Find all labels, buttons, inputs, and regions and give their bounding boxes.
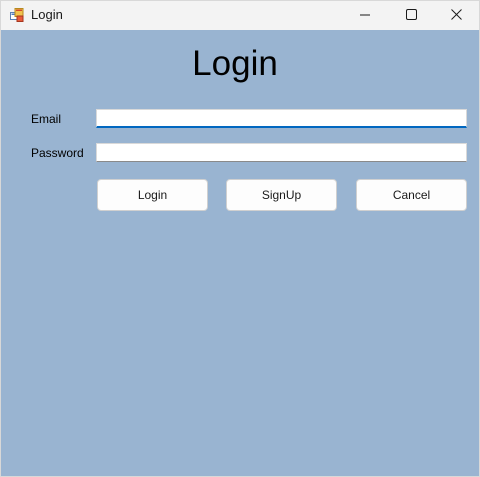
email-field[interactable] [96,109,467,128]
form-heading: Login [192,44,278,83]
login-window: Login Login Email Password Login SignUp … [0,0,480,477]
close-button[interactable] [433,1,479,30]
maximize-button[interactable] [388,1,434,30]
cancel-button[interactable]: Cancel [356,179,467,211]
minimize-button[interactable] [342,1,388,30]
password-label: Password [31,146,84,160]
email-label: Email [31,112,62,126]
app-icon [10,8,24,22]
close-icon [450,7,462,25]
signup-button[interactable]: SignUp [226,179,337,211]
maximize-icon [405,7,417,25]
login-button[interactable]: Login [97,179,208,211]
title-bar[interactable]: Login [1,1,479,30]
password-field[interactable] [96,143,467,162]
window-title: Login [31,7,63,22]
minimize-icon [360,7,370,25]
